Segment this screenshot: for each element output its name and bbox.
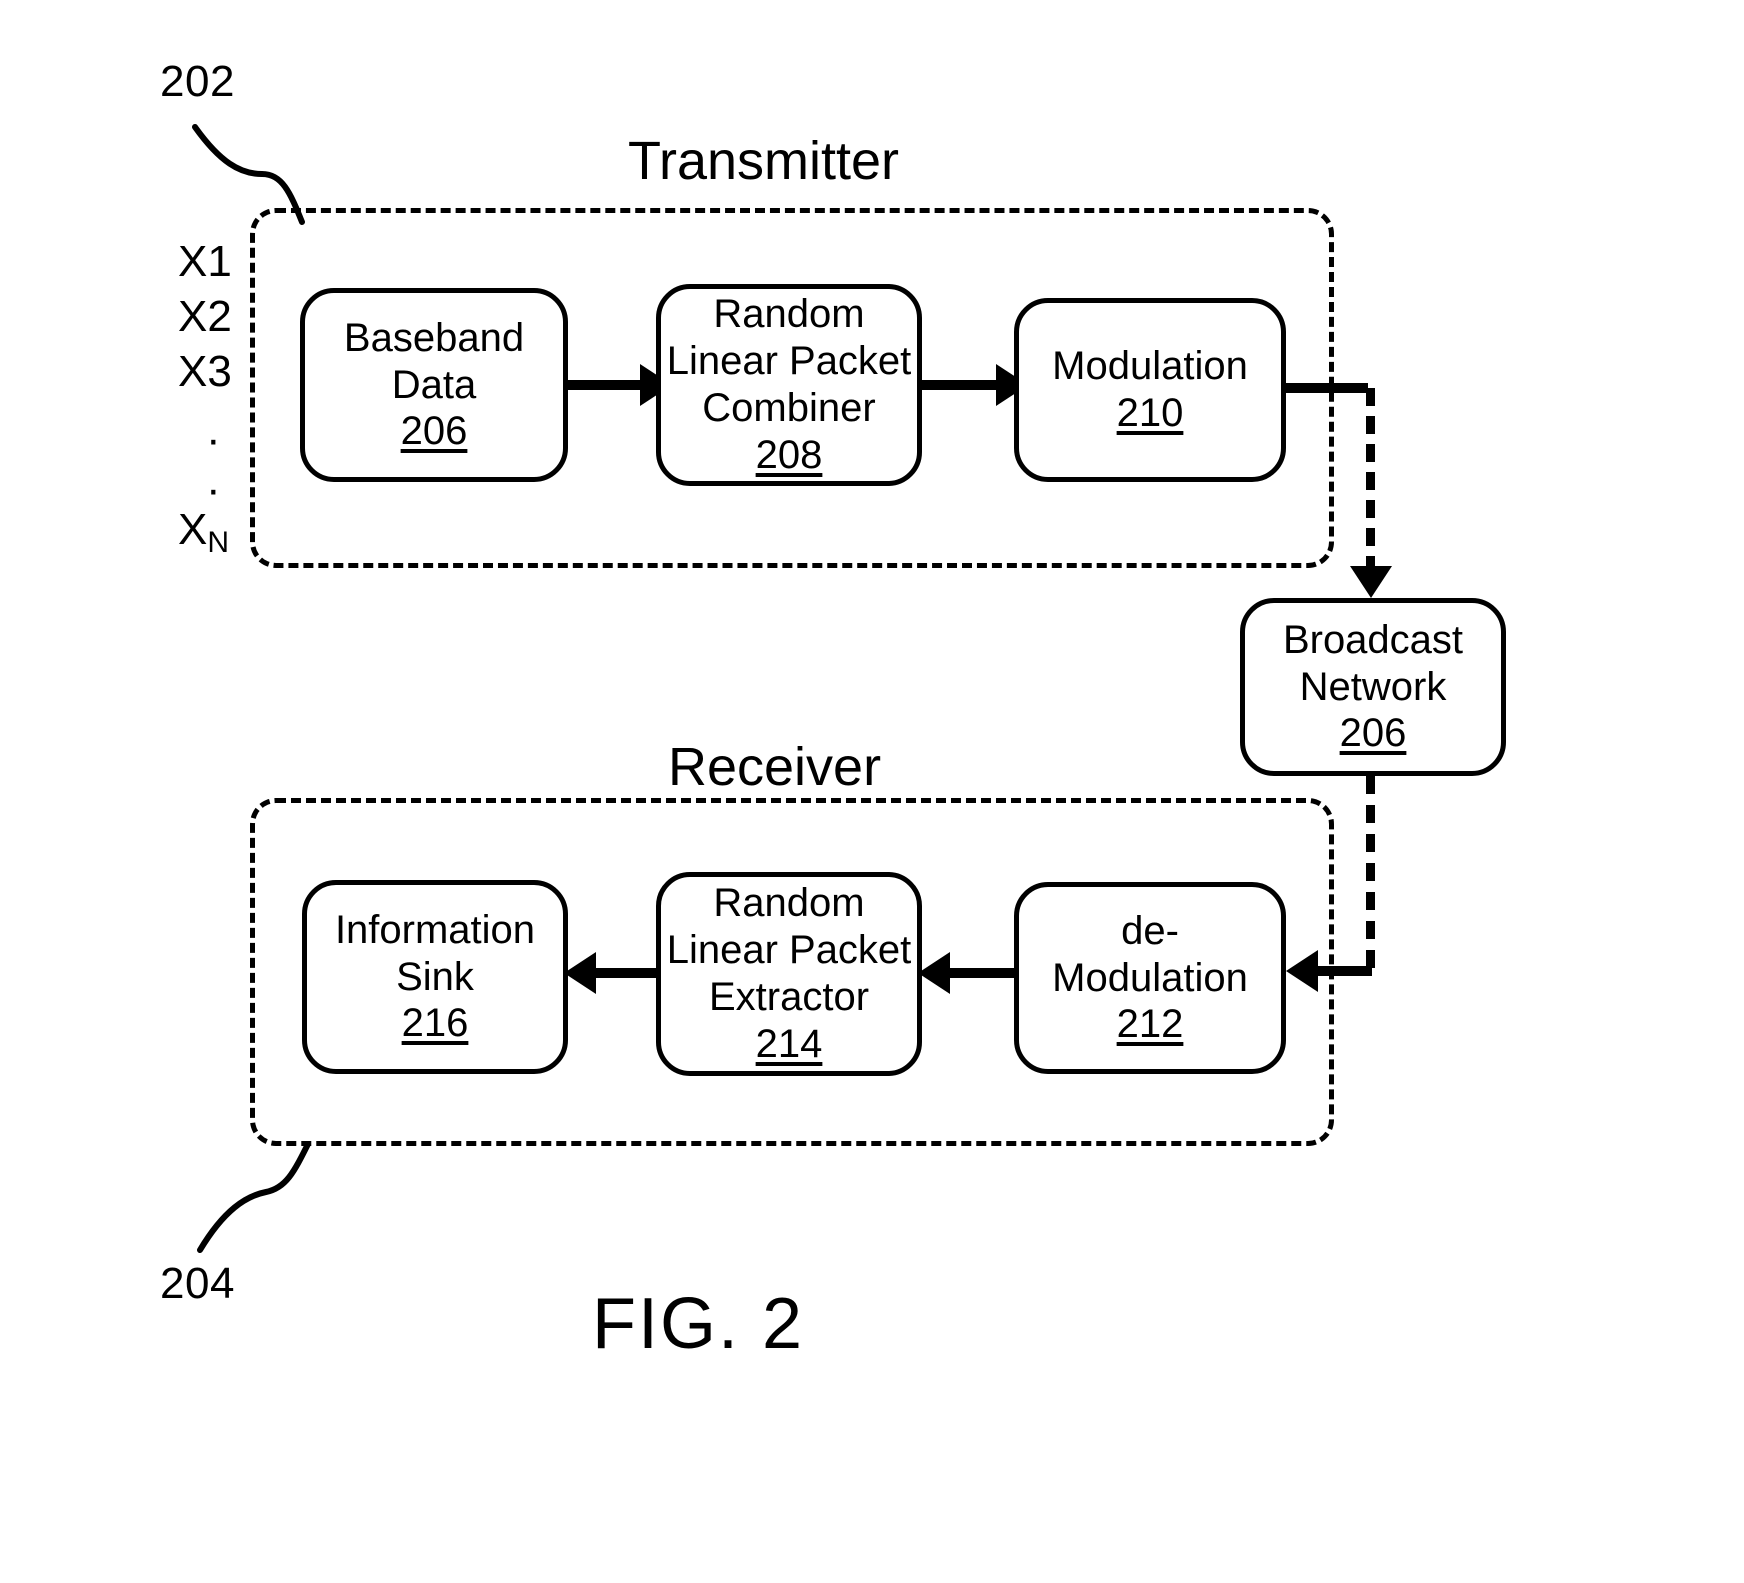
block-modulation-line-1: Modulation: [1052, 344, 1248, 389]
block-broadcast-network-line-2: Network: [1299, 664, 1447, 709]
block-extractor-refnum: 214: [755, 1021, 823, 1066]
arrow-baseband-to-combiner-shaft: [568, 380, 650, 390]
block-baseband-data-line-2: Data: [391, 362, 477, 407]
block-random-linear-packet-extractor[interactable]: Random Linear Packet Extractor 214: [656, 872, 922, 1076]
block-information-sink[interactable]: Information Sink 216: [302, 880, 568, 1074]
block-modulation-refnum: 210: [1116, 391, 1184, 435]
block-baseband-data-refnum: 206: [400, 409, 468, 454]
receiver-title: Receiver: [668, 737, 882, 797]
modulation-output-line: [1286, 383, 1368, 393]
block-broadcast-network-line-1: Broadcast: [1282, 617, 1464, 662]
block-combiner-line-3: Combiner: [702, 386, 876, 430]
block-extractor-line-2: Linear Packet: [666, 928, 912, 973]
input-label-xn-base: X: [178, 505, 208, 554]
block-extractor-line-1: Random: [713, 881, 865, 926]
arrow-demodulation-to-extractor-head: [918, 952, 950, 994]
arrow-demodulation-to-extractor-shaft: [940, 968, 1014, 978]
channel-line-to-network-arrowhead: [1350, 566, 1392, 598]
callout-202-label: 202: [160, 57, 235, 106]
channel-line-to-receiver-vertical: [1366, 776, 1375, 968]
input-label-xn-subscript: N: [207, 526, 230, 559]
block-demodulation[interactable]: de- Modulation 212: [1014, 882, 1286, 1074]
block-combiner-line-1: Random: [713, 292, 865, 337]
block-extractor-line-3: Extractor: [708, 975, 870, 1019]
input-ellipsis-dot-1: ·: [206, 415, 221, 464]
block-combiner-line-2: Linear Packet: [666, 339, 912, 384]
block-broadcast-network[interactable]: Broadcast Network 206: [1240, 598, 1506, 776]
channel-line-to-network: [1366, 388, 1375, 574]
block-information-sink-line-1: Information: [334, 907, 536, 952]
block-random-linear-packet-combiner[interactable]: Random Linear Packet Combiner 208: [656, 284, 922, 486]
input-label-x1: X1: [178, 237, 232, 286]
block-demodulation-line-1: de-: [1121, 908, 1179, 953]
arrow-extractor-to-sink-shaft: [586, 968, 660, 978]
figure-caption: FIG. 2: [592, 1284, 805, 1364]
block-combiner-refnum: 208: [755, 432, 823, 477]
input-label-xn: XN: [178, 505, 229, 558]
callout-204-label: 204: [160, 1259, 235, 1308]
block-demodulation-line-2: Modulation: [1052, 955, 1248, 1000]
input-ellipsis-dot-2: ·: [206, 465, 221, 514]
block-baseband-data-line-1: Baseband: [343, 315, 525, 360]
input-label-x2: X2: [178, 292, 232, 341]
block-modulation[interactable]: Modulation 210: [1014, 298, 1286, 482]
transmitter-title: Transmitter: [628, 131, 900, 191]
callout-204-leader-line: [197, 1141, 311, 1253]
block-baseband-data[interactable]: Baseband Data 206: [300, 288, 568, 482]
input-label-x3: X3: [178, 347, 232, 396]
block-information-sink-refnum: 216: [401, 1001, 469, 1046]
block-demodulation-refnum: 212: [1116, 1002, 1184, 1047]
block-information-sink-line-2: Sink: [396, 954, 474, 999]
arrow-extractor-to-sink-head: [564, 952, 596, 994]
block-broadcast-network-refnum: 206: [1339, 711, 1407, 756]
arrow-combiner-to-modulation-shaft: [922, 380, 1006, 390]
patent-figure: 202 Transmitter X1 X2 X3 · · XN Baseband…: [0, 0, 1744, 1583]
